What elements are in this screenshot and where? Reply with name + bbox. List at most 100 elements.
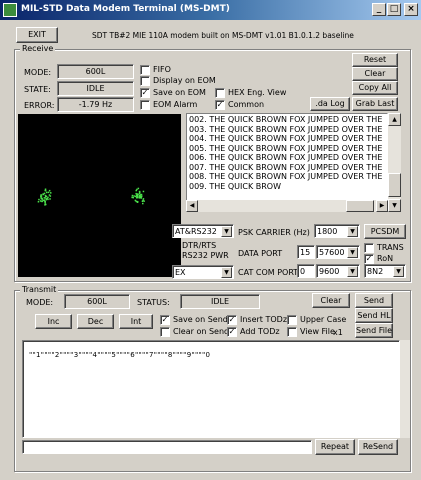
tx-ruler: ""1""""2""""3""""4""""5""""6""""7""""8""… <box>29 351 211 359</box>
tx-text-area[interactable]: ""1""""2""""3""""4""""5""""6""""7""""8""… <box>22 340 400 438</box>
scroll-thumb[interactable] <box>388 173 401 197</box>
rx-mode-value: 600L <box>57 64 134 79</box>
reset-button[interactable]: Reset <box>352 53 398 67</box>
baud-combo[interactable]: 57600 ▼ <box>316 245 360 259</box>
grab-last-button[interactable]: Grab Last <box>352 97 398 111</box>
minimize-button[interactable]: _ <box>372 3 386 16</box>
view-file-checkbox[interactable]: View File <box>287 327 337 337</box>
cat-baud-combo[interactable]: 9600 ▼ <box>316 264 360 278</box>
tx-status-value: IDLE <box>180 294 260 309</box>
da-log-button[interactable]: .da Log <box>310 97 350 111</box>
constellation-point <box>139 195 141 197</box>
title-bar: MIL-STD Data Modem Terminal (MS-DMT) _ □… <box>0 0 421 20</box>
constellation-point <box>50 192 52 194</box>
tx-line-input[interactable] <box>22 440 312 454</box>
rx-clear-button[interactable]: Clear <box>352 67 398 81</box>
int-button[interactable]: Int <box>119 314 153 329</box>
log-line: 009. THE QUICK BROW <box>189 181 281 191</box>
constellation-point <box>136 194 139 196</box>
insert-todz-checkbox[interactable]: ✓ Insert TODz <box>227 315 287 325</box>
hscroll-thumb[interactable] <box>346 200 374 212</box>
send-hl-button[interactable]: Send HL <box>355 308 393 323</box>
serial-combo[interactable]: AT&RS232 ▼ <box>172 224 234 238</box>
send-file-button[interactable]: Send File <box>355 323 393 338</box>
clear-on-send-checkbox[interactable]: Clear on Send <box>160 327 230 337</box>
hex-combo[interactable]: EX ▼ <box>172 265 234 279</box>
rx-log-vscroll[interactable]: ▲ ▼ <box>388 113 401 212</box>
constellation-point <box>138 191 141 193</box>
constellation-point <box>133 195 135 197</box>
constellation-point <box>135 200 137 203</box>
cat-port-value[interactable]: 0 <box>297 264 315 278</box>
scroll-right-icon[interactable]: ▶ <box>376 200 388 212</box>
tx-mode-label: MODE: <box>26 298 54 307</box>
constellation-point <box>42 193 44 196</box>
constellation-point <box>45 198 48 200</box>
constellation-point <box>47 191 50 194</box>
constellation-point <box>40 196 42 198</box>
data-port-value[interactable]: 15 <box>297 245 315 259</box>
constellation-point <box>39 200 42 202</box>
constellation-point <box>136 188 138 191</box>
resend-button[interactable]: ReSend <box>358 439 398 455</box>
exit-button[interactable]: EXIT <box>16 27 58 43</box>
log-line: 008. THE QUICK BROWN FOX JUMPED OVER THE <box>189 172 383 181</box>
log-line: 004. THE QUICK BROWN FOX JUMPED OVER THE <box>189 134 383 143</box>
constellation-point <box>142 202 144 205</box>
trans-checkbox[interactable]: TRANS <box>364 243 408 253</box>
constellation-point <box>134 195 137 198</box>
constellation-point <box>38 198 40 201</box>
constellation-scope <box>18 114 181 277</box>
parity-combo[interactable]: 8N2 ▼ <box>364 264 406 278</box>
cat-com-port-label: CAT COM PORT <box>238 268 299 277</box>
tx-mode-value: 600L <box>64 294 130 309</box>
constellation-point <box>142 190 145 193</box>
constellation-point <box>43 192 46 195</box>
inc-button[interactable]: Inc <box>35 314 72 329</box>
pcsdm-button[interactable]: PCSDM <box>364 224 406 239</box>
window-title: MIL-STD Data Modem Terminal (MS-DMT) <box>21 4 230 14</box>
constellation-point <box>132 196 134 199</box>
constellation-point <box>137 201 139 203</box>
log-line: 006. THE QUICK BROWN FOX JUMPED OVER THE <box>189 153 383 162</box>
add-todz-checkbox[interactable]: ✓ Add TODz <box>227 327 287 337</box>
tx-vscroll[interactable] <box>400 340 410 438</box>
common-checkbox[interactable]: ✓ Common <box>215 100 295 110</box>
rx-state-label: STATE: <box>24 85 51 94</box>
scroll-down-icon[interactable]: ▼ <box>388 199 401 212</box>
close-button[interactable]: × <box>404 3 418 16</box>
display-on-eom-checkbox[interactable]: Display on EOM <box>140 76 230 86</box>
constellation-point <box>46 191 48 194</box>
repeat-button[interactable]: Repeat <box>315 439 355 455</box>
rx-error-label: ERROR: <box>24 101 55 110</box>
constellation-point <box>141 200 144 202</box>
save-on-send-checkbox[interactable]: ✓ Save on Send <box>160 315 230 325</box>
constellation-point <box>140 193 143 196</box>
hex-eng-view-checkbox[interactable]: HEX Eng. View <box>215 88 305 98</box>
chevron-down-icon: ▼ <box>393 266 404 277</box>
maximize-button[interactable]: □ <box>387 3 401 16</box>
scroll-up-icon[interactable]: ▲ <box>388 113 401 126</box>
constellation-point <box>44 194 47 197</box>
x1-label: x1 <box>333 328 343 337</box>
rx-log-list[interactable]: 002. THE QUICK BROWN FOX JUMPED OVER THE… <box>186 113 388 212</box>
scroll-left-icon[interactable]: ◀ <box>186 200 198 212</box>
constellation-point <box>142 198 145 200</box>
copy-all-button[interactable]: Copy All <box>352 81 398 95</box>
app-icon <box>3 3 17 17</box>
rx-log-hscroll[interactable]: ◀ ▶ <box>186 200 388 212</box>
dec-button[interactable]: Dec <box>77 314 114 329</box>
version-text: SDT TB#2 MIE 110A modem built on MS-DMT … <box>92 31 354 40</box>
constellation-point <box>40 194 42 196</box>
ron-checkbox[interactable]: ✓ RoN <box>364 254 408 264</box>
constellation-point <box>49 198 51 200</box>
fifo-checkbox[interactable]: FIFO <box>140 65 230 75</box>
constellation-point <box>47 196 49 199</box>
upper-case-checkbox[interactable]: Upper Case <box>287 315 347 325</box>
psk-carrier-combo[interactable]: 1800 ▼ <box>314 224 360 238</box>
log-line: 005. THE QUICK BROWN FOX JUMPED OVER THE <box>189 143 383 153</box>
constellation-point <box>45 203 47 206</box>
tx-clear-button[interactable]: Clear <box>312 293 350 308</box>
constellation-point <box>44 200 46 203</box>
send-button[interactable]: Send <box>355 293 393 308</box>
